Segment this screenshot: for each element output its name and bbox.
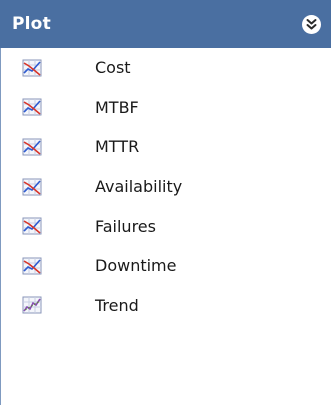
chart-icon (22, 58, 43, 78)
chart-icon (22, 256, 43, 276)
chart-icon (22, 216, 43, 236)
plot-item-list: Cost MTBF MTTR Availability Failures Dow… (0, 48, 331, 325)
plot-item-label: Availability (95, 177, 183, 197)
plot-item-mttr[interactable]: MTTR (0, 127, 331, 167)
collapse-button[interactable] (302, 14, 321, 34)
plot-item-mtbf[interactable]: MTBF (0, 88, 331, 128)
plot-item-label: Downtime (95, 256, 177, 276)
plot-item-label: Trend (95, 295, 139, 315)
plot-item-trend[interactable]: Trend (0, 286, 331, 326)
plot-item-label: MTTR (95, 137, 140, 157)
double-chevron-down-icon (306, 18, 317, 29)
panel-title: Plot (12, 14, 51, 34)
trend-chart-icon (22, 295, 43, 315)
plot-item-label: Failures (95, 216, 156, 236)
chart-icon (22, 177, 43, 197)
plot-item-failures[interactable]: Failures (0, 206, 331, 246)
plot-item-cost[interactable]: Cost (0, 48, 331, 88)
panel-header: Plot (0, 0, 331, 48)
plot-panel: Plot Cost MTBF MTTR Availability Failure… (0, 0, 331, 405)
plot-item-label: Cost (95, 58, 131, 78)
plot-item-downtime[interactable]: Downtime (0, 246, 331, 286)
chart-icon (22, 137, 43, 157)
chart-icon (22, 97, 43, 117)
plot-item-availability[interactable]: Availability (0, 167, 331, 207)
plot-item-label: MTBF (95, 97, 139, 117)
